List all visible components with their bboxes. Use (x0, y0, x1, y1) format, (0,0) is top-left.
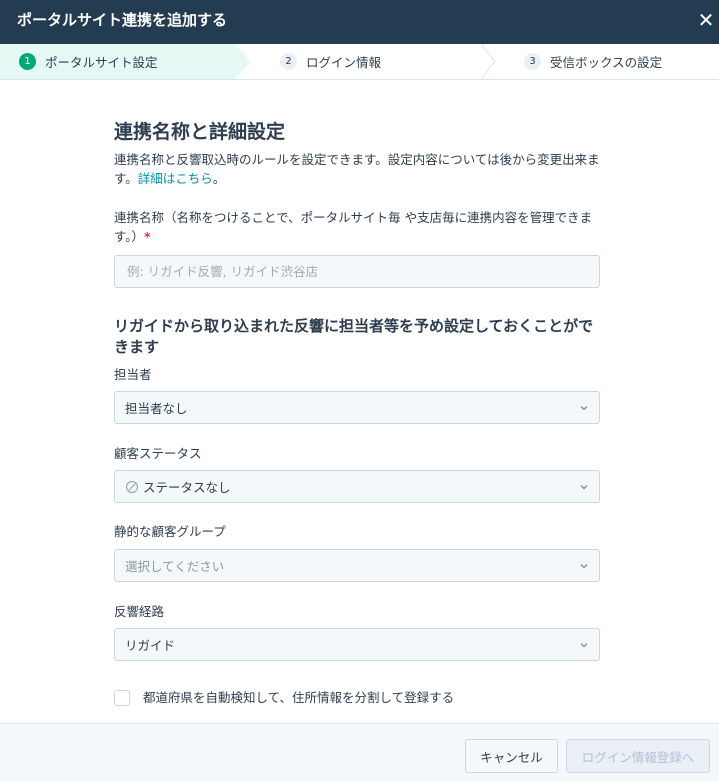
stepper: 1 ポータルサイト設定 2 ログイン情報 3 受信ボックスの設定 (0, 44, 719, 80)
step-portal-settings[interactable]: 1 ポータルサイト設定 (19, 44, 158, 79)
chevron-down-icon (579, 640, 589, 650)
owner-label: 担当者 (114, 367, 152, 382)
modal-header: ポータルサイト連携を追加する ✕ (0, 0, 719, 44)
section-description: 連携名称と反響取込時のルールを設定できます。設定内容については後から変更出来ます… (114, 150, 606, 188)
name-field-label-text: 連携名称（名称をつけることで、ポータルサイト毎 や支店毎に連携内容を管理できます… (114, 210, 593, 244)
status-value-wrap: ステータスなし (125, 477, 579, 497)
group-value: 選択してください (125, 559, 225, 574)
chevron-down-icon (579, 561, 589, 571)
group-label: 静的な顧客グループ (114, 524, 226, 539)
section-title: 連携名称と詳細設定 (114, 121, 286, 143)
no-status-icon (125, 480, 139, 497)
cancel-button[interactable]: キャンセル (465, 739, 558, 773)
step-number: 2 (280, 53, 297, 70)
integration-name-input[interactable] (114, 255, 600, 288)
modal-title: ポータルサイト連携を追加する (17, 11, 228, 29)
customer-group-select[interactable]: 選択してください (114, 549, 600, 582)
owner-select[interactable]: 担当者なし (114, 391, 600, 424)
required-mark: * (144, 229, 151, 244)
chevron-down-icon (579, 403, 589, 413)
step-label: ログイン情報 (306, 55, 382, 70)
auto-detect-label[interactable]: 都道府県を自動検知して、住所情報を分割して登録する (143, 687, 454, 706)
status-value: ステータスなし (143, 479, 231, 495)
route-label: 反響経路 (114, 604, 165, 619)
step-divider-icon (480, 44, 496, 79)
chevron-down-icon (579, 482, 589, 492)
step-inbox-settings[interactable]: 3 受信ボックスの設定 (524, 44, 662, 79)
customer-status-select[interactable]: ステータスなし (114, 470, 600, 503)
close-icon[interactable]: ✕ (693, 6, 719, 34)
details-link[interactable]: 詳細はこちら (138, 171, 213, 186)
step-number: 3 (524, 53, 541, 70)
name-field-label: 連携名称（名称をつけることで、ポータルサイト毎 や支店毎に連携内容を管理できます… (114, 208, 606, 246)
next-login-info-button[interactable]: ログイン情報登録へ (566, 739, 710, 773)
auto-detect-checkbox[interactable] (114, 690, 130, 706)
owner-value: 担当者なし (125, 401, 188, 416)
preset-section-title: リガイドから取り込まれた反響に担当者等を予め設定しておくことができます (114, 317, 594, 356)
description-end: 。 (212, 171, 226, 186)
status-label: 顧客ステータス (114, 446, 202, 461)
step-label: ポータルサイト設定 (45, 55, 158, 70)
route-value: リガイド (125, 638, 176, 653)
step-label: 受信ボックスの設定 (550, 55, 663, 70)
modal-footer: キャンセル ログイン情報登録へ (0, 723, 719, 781)
step-login-info[interactable]: 2 ログイン情報 (280, 44, 381, 79)
step-number: 1 (19, 53, 36, 70)
response-route-select[interactable]: リガイド (114, 628, 600, 661)
